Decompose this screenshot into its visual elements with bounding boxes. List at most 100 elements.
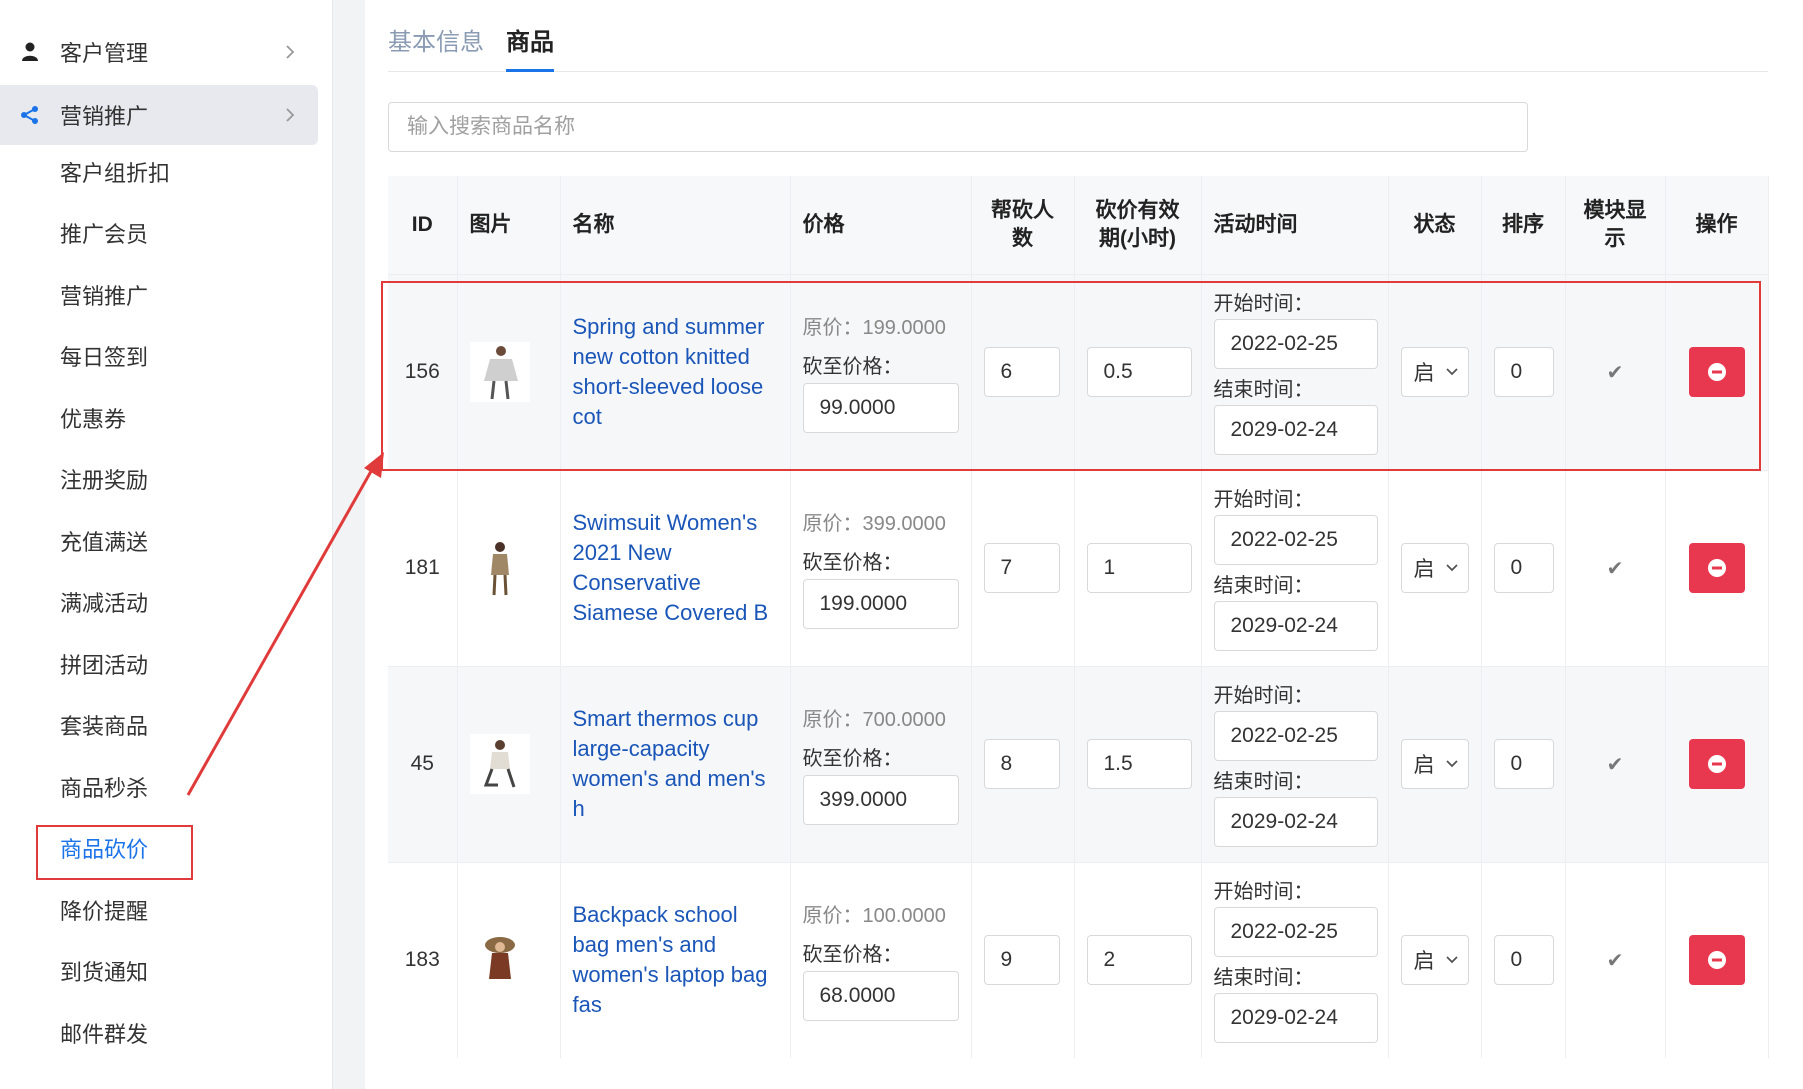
- sidebar-subitem-full-reduction[interactable]: 满减活动: [60, 584, 148, 624]
- sidebar-subitem-group-discount[interactable]: 客户组折扣: [60, 154, 170, 194]
- sort-input[interactable]: [1493, 935, 1554, 986]
- module-display-checkbox[interactable]: ✔: [1607, 948, 1624, 973]
- cut-price-input[interactable]: [802, 971, 959, 1022]
- remove-button[interactable]: [1688, 739, 1745, 789]
- sidebar-subitem-arrival-notice[interactable]: 到货通知: [60, 953, 148, 993]
- sidebar-subitem-bundle[interactable]: 套装商品: [60, 707, 148, 747]
- cut-price-input[interactable]: [802, 579, 959, 629]
- remove-button[interactable]: [1688, 347, 1745, 397]
- sidebar-subitem-group-buy[interactable]: 拼团活动: [60, 646, 148, 686]
- sidebar-subitem-recharge-gift[interactable]: 充值满送: [60, 523, 148, 563]
- end-time-input[interactable]: [1213, 601, 1378, 651]
- product-thumbnail[interactable]: [469, 734, 530, 794]
- header-image: 图片: [457, 176, 561, 274]
- end-time-label: 结束时间：: [1213, 379, 1314, 401]
- remove-button[interactable]: [1688, 543, 1745, 593]
- product-name-link[interactable]: Smart thermos cup large-capacity women's…: [573, 704, 778, 824]
- original-price: 原价：700.0000: [802, 709, 946, 731]
- sidebar-subitem-marketing[interactable]: 营销推广: [60, 277, 148, 317]
- minus-circle-icon: [1707, 559, 1726, 577]
- helpers-input[interactable]: [983, 935, 1060, 986]
- sidebar: 客户管理 营销推广 客户组折扣 推广会员 营销推广 每日签到 优惠券 注册奖励 …: [0, 0, 333, 1089]
- start-time-input[interactable]: [1213, 711, 1378, 761]
- sidebar-subitem-daily-checkin[interactable]: 每日签到: [60, 338, 148, 378]
- tab-basic-info[interactable]: 基本信息: [388, 22, 484, 72]
- sidebar-subitem-coupons[interactable]: 优惠券: [60, 400, 126, 440]
- status-select[interactable]: 启: [1400, 935, 1469, 986]
- start-time-input[interactable]: [1213, 907, 1378, 958]
- product-thumbnail[interactable]: [469, 930, 530, 991]
- chevron-right-icon: [278, 103, 302, 127]
- cut-price-input[interactable]: [802, 775, 959, 825]
- table-row: 45 Smart thermos cup large-capacity wome…: [388, 665, 1769, 862]
- status-select[interactable]: 启: [1400, 739, 1469, 789]
- end-time-input[interactable]: [1213, 405, 1378, 455]
- product-name-link[interactable]: Swimsuit Women's 2021 New Conservative S…: [573, 508, 778, 628]
- table-row: 183 Backpack school bag men's and women'…: [388, 861, 1769, 1058]
- product-thumbnail[interactable]: [469, 538, 530, 598]
- remove-button[interactable]: [1688, 935, 1745, 986]
- helpers-input[interactable]: [983, 543, 1060, 593]
- module-display-checkbox[interactable]: ✔: [1607, 360, 1624, 385]
- start-time-input[interactable]: [1213, 515, 1378, 565]
- end-time-input[interactable]: [1213, 993, 1378, 1044]
- chevron-down-icon: [1445, 368, 1458, 376]
- validity-input[interactable]: [1086, 935, 1192, 986]
- tab-products[interactable]: 商品: [506, 22, 554, 72]
- end-time-label: 结束时间：: [1213, 575, 1314, 597]
- helpers-input[interactable]: [983, 739, 1060, 789]
- start-time-input[interactable]: [1213, 319, 1378, 369]
- cut-price-label: 砍至价格：: [802, 748, 903, 770]
- sidebar-subitem-bargain[interactable]: 商品砍价: [60, 830, 148, 870]
- sidebar-subitem-flash-sale[interactable]: 商品秒杀: [60, 769, 148, 809]
- header-validity: 砍价有效期(小时): [1074, 176, 1202, 274]
- row-id: 156: [388, 273, 458, 470]
- sidebar-item-customer-management[interactable]: 客户管理: [0, 22, 318, 82]
- start-time-label: 开始时间：: [1213, 489, 1314, 511]
- product-name-link[interactable]: Spring and summer new cotton knitted sho…: [573, 312, 778, 432]
- cut-price-label: 砍至价格：: [802, 356, 903, 378]
- status-select[interactable]: 启: [1400, 347, 1469, 397]
- header-sort: 排序: [1481, 176, 1566, 274]
- bargain-products-table: ID 图片 名称 价格 帮砍人数 砍价有效期(小时) 活动时间 状态 排序 模块…: [388, 176, 1769, 1058]
- cut-price-input[interactable]: [802, 383, 959, 433]
- table-row: 156 Spring and summer new cotton knitted…: [388, 273, 1769, 470]
- end-time-input[interactable]: [1213, 797, 1378, 847]
- module-display-checkbox[interactable]: ✔: [1607, 752, 1624, 777]
- cut-price-label: 砍至价格：: [802, 944, 903, 967]
- validity-input[interactable]: [1086, 739, 1192, 789]
- helpers-input[interactable]: [983, 347, 1060, 397]
- sort-input[interactable]: [1493, 347, 1554, 397]
- validity-input[interactable]: [1086, 543, 1192, 593]
- original-price: 原价：399.0000: [802, 513, 946, 535]
- start-time-label: 开始时间：: [1213, 685, 1314, 707]
- header-helpers: 帮砍人数: [971, 176, 1075, 274]
- row-id: 183: [388, 861, 458, 1058]
- sidebar-subitem-register-reward[interactable]: 注册奖励: [60, 461, 148, 501]
- product-name-link[interactable]: Backpack school bag men's and women's la…: [573, 900, 778, 1020]
- search-input[interactable]: [388, 102, 1528, 152]
- header-name: 名称: [560, 176, 791, 274]
- sort-input[interactable]: [1493, 543, 1554, 593]
- module-display-checkbox[interactable]: ✔: [1607, 556, 1624, 581]
- original-price: 原价：199.0000: [802, 317, 946, 339]
- end-time-label: 结束时间：: [1213, 771, 1314, 793]
- sidebar-subitem-promo-member[interactable]: 推广会员: [60, 215, 148, 255]
- original-price: 原价：100.0000: [802, 905, 946, 928]
- status-select[interactable]: 启: [1400, 543, 1469, 593]
- sort-input[interactable]: [1493, 739, 1554, 789]
- sidebar-item-label: 客户管理: [60, 41, 149, 66]
- start-time-label: 开始时间：: [1213, 293, 1314, 315]
- chevron-down-icon: [1445, 760, 1458, 768]
- validity-input[interactable]: [1086, 347, 1192, 397]
- start-time-label: 开始时间：: [1213, 881, 1314, 904]
- product-thumbnail[interactable]: [469, 342, 530, 402]
- main-panel: 基本信息 商品 ID 图片 名称 价格 帮砍人数 砍价有效期(小时) 活动时间 …: [365, 0, 1803, 1089]
- header-id: ID: [388, 176, 458, 274]
- minus-circle-icon: [1707, 951, 1726, 970]
- sidebar-subitem-mass-email[interactable]: 邮件群发: [60, 1015, 148, 1055]
- sidebar-subitem-price-drop[interactable]: 降价提醒: [60, 892, 148, 932]
- sidebar-item-marketing[interactable]: 营销推广: [0, 85, 318, 145]
- header-actions: 操作: [1665, 176, 1769, 274]
- header-activity-time: 活动时间: [1201, 176, 1389, 274]
